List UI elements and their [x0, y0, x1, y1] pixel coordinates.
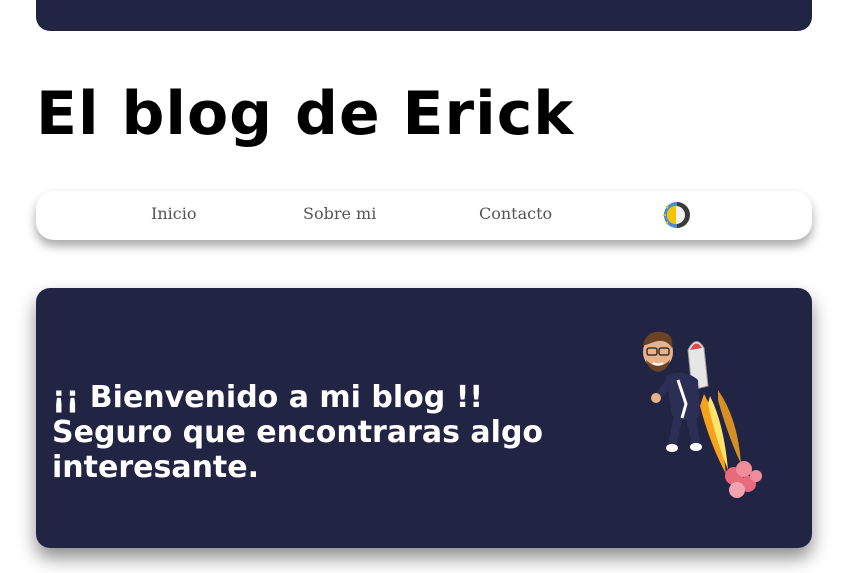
theme-toggle-button[interactable] [656, 199, 696, 231]
site-title: El blog de Erick [36, 79, 575, 149]
hero-banner: ¡¡ Bienvenido a mi blog !! Seguro que en… [36, 288, 812, 548]
nav-link-inicio[interactable]: Inicio [151, 203, 196, 225]
hero-line-1: ¡¡ Bienvenido a mi blog !! [52, 380, 484, 415]
nav-link-contacto[interactable]: Contacto [479, 203, 552, 225]
top-banner [36, 0, 812, 31]
hero-line-2: Seguro que encontraras algo [52, 415, 544, 450]
main-nav: Inicio Sobre mi Contacto [36, 191, 812, 240]
nav-link-sobre-mi[interactable]: Sobre mi [303, 203, 376, 225]
hero-heading: ¡¡ Bienvenido a mi blog !! Seguro que en… [52, 380, 612, 485]
hero-line-3: interesante. [52, 450, 260, 485]
sun-moon-icon [663, 202, 690, 228]
avatar-jetpack-icon [643, 331, 762, 498]
